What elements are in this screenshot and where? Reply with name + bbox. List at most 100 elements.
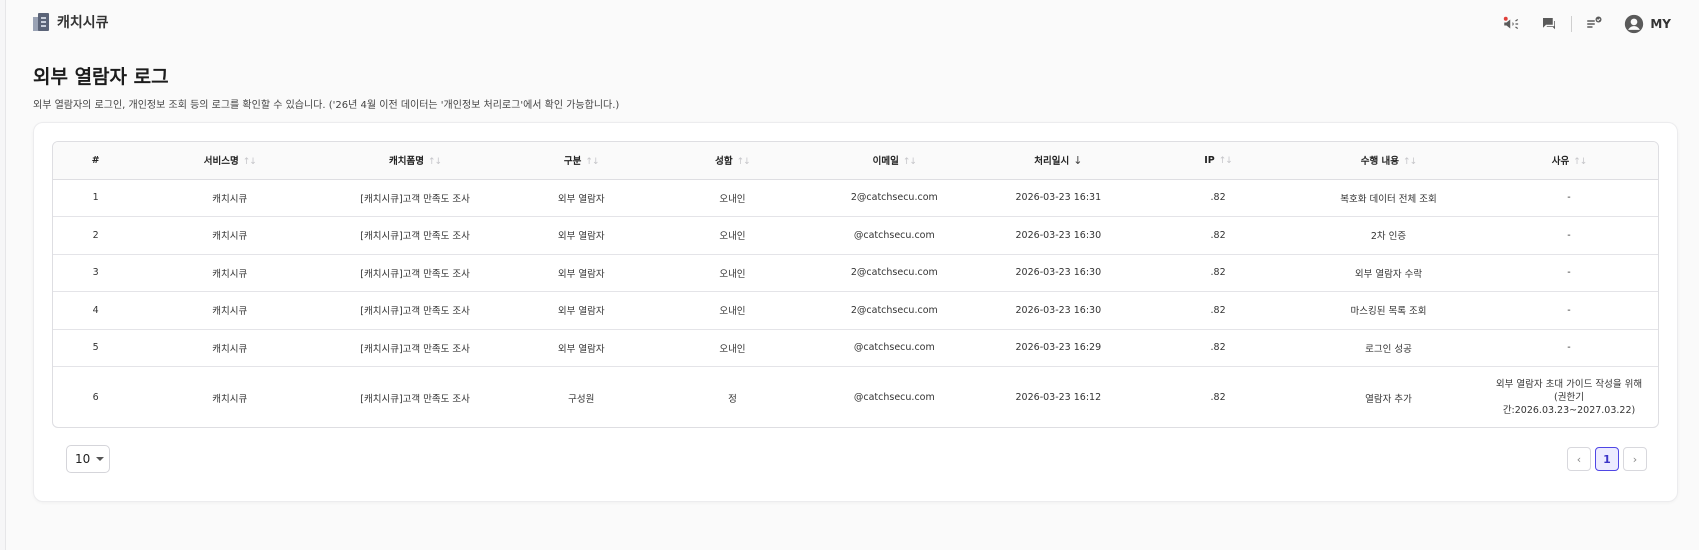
cell-name: 오내인	[653, 291, 812, 330]
sort-icon[interactable]: ↑↓	[428, 157, 442, 167]
cell-reason: -	[1480, 179, 1658, 217]
log-table-container: # 서비스명 ↑↓ 캐치폼명 ↑↓ 구분 ↑↓ 성함 ↑↓ 이메일 ↑↓ 처리일시 ↓ IP…	[52, 141, 1659, 428]
table-row: 2 캐치시큐 [캐치시큐]고객 만족도 조사 외부 열람자 오내인 @catch…	[53, 216, 1658, 255]
cell-ip: .82	[1139, 329, 1297, 367]
cell-action: 열람자 추가	[1365, 393, 1412, 405]
cell-email: @catchsecu.com	[853, 392, 935, 404]
cell-action: 마스킹된 목록 조회	[1296, 291, 1481, 330]
cell-name: 오내인	[653, 179, 812, 217]
cell-no: 5	[53, 329, 139, 367]
cell-name: 정	[728, 393, 737, 405]
col-header-email[interactable]: 이메일 ↑↓	[811, 142, 978, 180]
cell-form: [캐치시큐]고객 만족도 조사	[321, 216, 509, 255]
cell-no: 6	[92, 392, 99, 404]
sort-icon[interactable]: ↑↓	[1403, 157, 1417, 167]
next-page-button[interactable]: ›	[1623, 447, 1647, 471]
cell-action: 2차 인증	[1296, 216, 1481, 255]
top-bar: 캐치시큐 MY	[6, 0, 1699, 48]
cell-reason: 외부 열람자 초대 가이드 작성을 위해(권한기간:2026.03.23~202…	[1495, 379, 1643, 417]
avatar-icon	[1625, 14, 1644, 34]
cell-service: 캐치시큐	[138, 179, 322, 217]
cell-email: 2@catchsecu.com	[811, 179, 978, 217]
cell-type: 외부 열람자	[508, 254, 654, 292]
cell-reason: -	[1480, 216, 1658, 255]
cell-service: 캐치시큐	[212, 393, 248, 405]
cell-form: [캐치시큐]고객 만족도 조사	[360, 393, 470, 405]
table-row: 4 캐치시큐 [캐치시큐]고객 만족도 조사 외부 열람자 오내인 2@catc…	[53, 291, 1658, 330]
app-window: 캐치시큐 MY 외부 열람자 로그 외부 열람자의 로그인, 개인정보 조회 등…	[5, 0, 1699, 550]
cell-service: 캐치시큐	[138, 254, 322, 292]
cell-form: [캐치시큐]고객 만족도 조사	[321, 179, 509, 217]
megaphone-icon[interactable]	[1499, 12, 1523, 36]
col-header-form[interactable]: 캐치폼명 ↑↓	[321, 142, 509, 180]
cell-type: 외부 열람자	[508, 216, 654, 255]
cell-form: [캐치시큐]고객 만족도 조사	[321, 254, 509, 292]
page-size-value: 10	[75, 452, 91, 466]
cell-ip: .82	[1139, 216, 1297, 255]
user-menu[interactable]: MY	[1624, 14, 1671, 34]
page-description: 외부 열람자의 로그인, 개인정보 조회 등의 로그를 확인할 수 있습니다. …	[33, 100, 620, 111]
cell-action: 로그인 성공	[1296, 329, 1481, 367]
user-label: MY	[1650, 17, 1671, 31]
cell-service: 캐치시큐	[138, 329, 322, 367]
sort-icon[interactable]: ↑↓	[903, 157, 917, 167]
log-card: # 서비스명 ↑↓ 캐치폼명 ↑↓ 구분 ↑↓ 성함 ↑↓ 이메일 ↑↓ 처리일시 ↓ IP…	[33, 122, 1678, 502]
cell-no: 4	[53, 291, 139, 330]
col-header-action[interactable]: 수행 내용 ↑↓	[1296, 142, 1481, 180]
cell-no: 2	[53, 216, 139, 255]
cell-ip: .82	[1139, 254, 1297, 292]
divider	[1571, 16, 1573, 32]
cell-service: 캐치시큐	[138, 216, 322, 255]
table-row: 1 캐치시큐 [캐치시큐]고객 만족도 조사 외부 열람자 오내인 2@catc…	[53, 179, 1658, 217]
cell-name: 오내인	[653, 329, 812, 367]
brand-name: 캐치시큐	[57, 15, 109, 31]
sort-icon[interactable]: ↑↓	[737, 157, 751, 167]
cell-form: [캐치시큐]고객 만족도 조사	[321, 329, 509, 367]
sort-icon[interactable]: ↑↓	[1573, 157, 1587, 167]
cell-no: 1	[53, 179, 139, 217]
sort-icon[interactable]: ↑↓	[243, 157, 257, 167]
page-title: 외부 열람자 로그	[33, 66, 169, 88]
cell-ip: .82	[1210, 392, 1226, 404]
cell-type: 외부 열람자	[508, 291, 654, 330]
cell-ip: .82	[1139, 179, 1297, 217]
table-row: 6 캐치시큐 [캐치시큐]고객 만족도 조사 구성원 정 @catchsecu.…	[53, 367, 1658, 428]
cell-ip: .82	[1139, 291, 1297, 330]
log-table: # 서비스명 ↑↓ 캐치폼명 ↑↓ 구분 ↑↓ 성함 ↑↓ 이메일 ↑↓ 처리일시 ↓ IP…	[53, 142, 1658, 428]
cell-reason: -	[1480, 329, 1658, 367]
table-header-row: # 서비스명 ↑↓ 캐치폼명 ↑↓ 구분 ↑↓ 성함 ↑↓ 이메일 ↑↓ 처리일시 ↓ IP…	[53, 142, 1658, 180]
cell-datetime: 2026-03-23 16:30	[977, 291, 1140, 330]
cell-name: 오내인	[653, 216, 812, 255]
task-list-icon[interactable]	[1582, 12, 1606, 36]
col-header-ip[interactable]: IP ↑↓	[1139, 142, 1297, 180]
cell-name: 오내인	[653, 254, 812, 292]
col-header-datetime[interactable]: 처리일시 ↓	[977, 142, 1140, 180]
cell-service: 캐치시큐	[138, 291, 322, 330]
sort-desc-icon[interactable]: ↓	[1073, 154, 1082, 167]
brand[interactable]: 캐치시큐	[33, 12, 109, 32]
sort-icon[interactable]: ↑↓	[585, 157, 599, 167]
caret-down-icon	[96, 457, 105, 461]
cell-datetime: 2026-03-23 16:31	[977, 179, 1140, 217]
cell-reason: -	[1480, 291, 1658, 330]
prev-page-button[interactable]: ‹	[1567, 447, 1591, 471]
building-icon	[33, 13, 49, 31]
sort-icon[interactable]: ↑↓	[1219, 156, 1233, 166]
cell-type: 외부 열람자	[508, 329, 654, 367]
cell-datetime: 2026-03-23 16:30	[977, 216, 1140, 255]
cell-datetime: 2026-03-23 16:12	[1015, 392, 1102, 404]
chat-icon[interactable]	[1537, 12, 1561, 36]
table-row: 5 캐치시큐 [캐치시큐]고객 만족도 조사 외부 열람자 오내인 @catch…	[53, 329, 1658, 367]
col-header-service[interactable]: 서비스명 ↑↓	[138, 142, 322, 180]
page-button-1[interactable]: 1	[1595, 447, 1619, 471]
page-size-select[interactable]: 10	[66, 445, 110, 473]
cell-email: 2@catchsecu.com	[811, 291, 978, 330]
cell-reason: -	[1480, 254, 1658, 292]
col-header-type[interactable]: 구분 ↑↓	[508, 142, 654, 180]
table-row: 3 캐치시큐 [캐치시큐]고객 만족도 조사 외부 열람자 오내인 2@catc…	[53, 254, 1658, 292]
cell-action: 외부 열람자 수락	[1296, 254, 1481, 292]
col-header-reason[interactable]: 사유 ↑↓	[1480, 142, 1658, 180]
col-header-no: #	[53, 142, 139, 180]
cell-no: 3	[53, 254, 139, 292]
col-header-name[interactable]: 성함 ↑↓	[653, 142, 812, 180]
